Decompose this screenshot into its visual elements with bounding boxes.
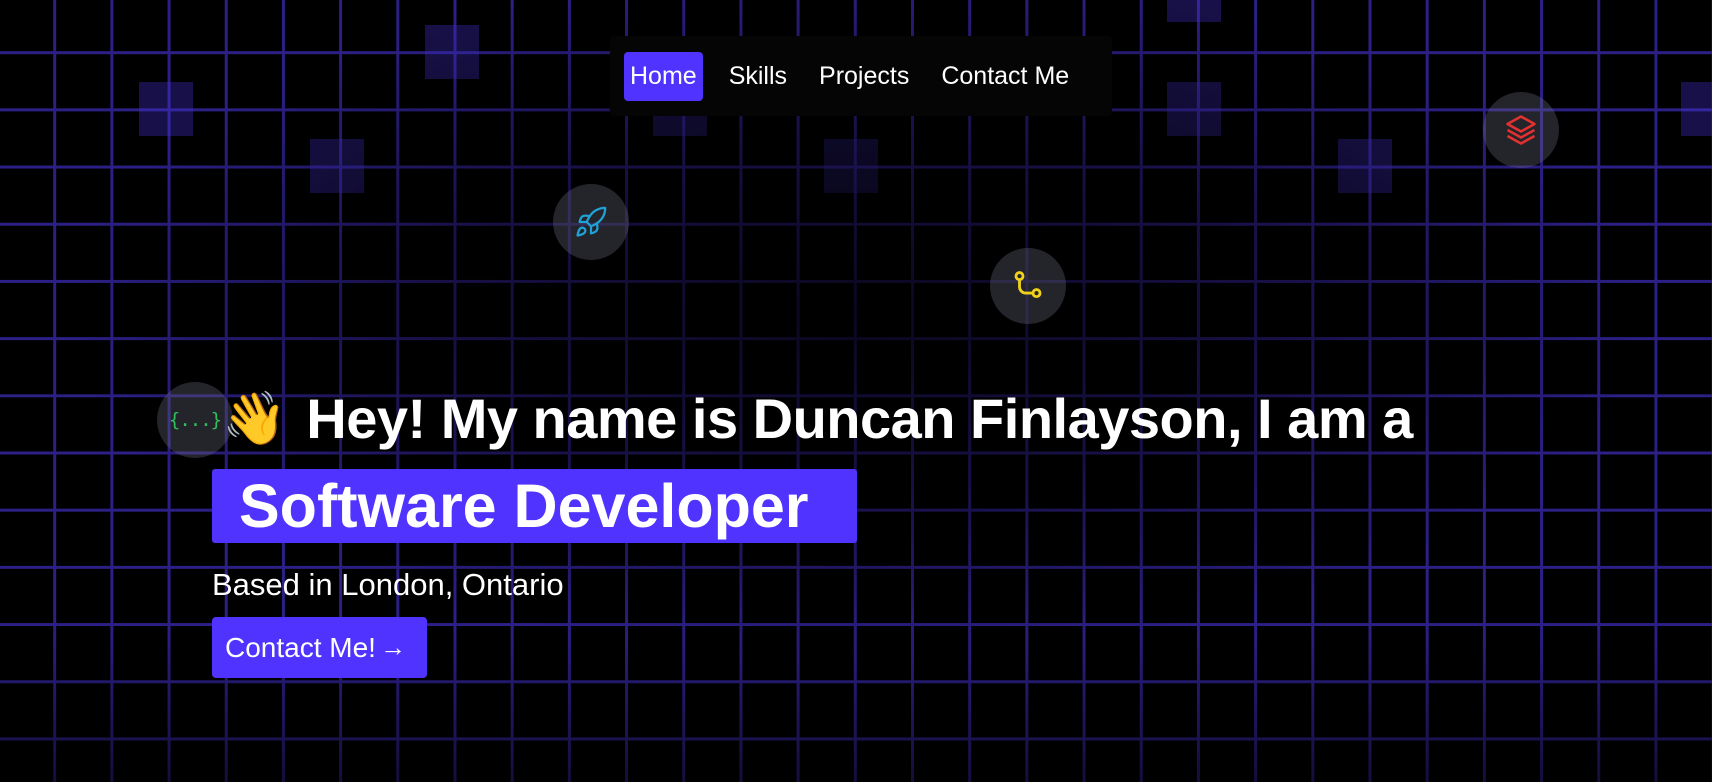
grid-highlight-cell xyxy=(310,139,364,193)
nav-item-skills[interactable]: Skills xyxy=(723,52,793,101)
waving-hand-icon: 👋 xyxy=(222,390,287,448)
contact-me-button-label: Contact Me! xyxy=(225,631,376,663)
grid-highlight-cell xyxy=(139,82,193,136)
role-badge: Software Developer xyxy=(212,469,857,543)
top-navigation: Home Skills Projects Contact Me xyxy=(610,36,1112,116)
arrow-right-icon: → xyxy=(379,632,406,662)
git-branch-icon xyxy=(990,248,1066,324)
code-braces-text: {...} xyxy=(168,409,222,431)
grid-highlight-cell xyxy=(1167,82,1221,136)
grid-highlight-cell xyxy=(1681,82,1712,136)
grid-highlight-cell xyxy=(1167,0,1221,22)
nav-item-home[interactable]: Home xyxy=(624,51,703,101)
grid-highlight-cell xyxy=(1338,139,1392,193)
location-text: Based in London, Ontario xyxy=(212,567,564,602)
hero-intro: 👋 Hey! My name is Duncan Finlayson, I am… xyxy=(222,386,1413,451)
hero-intro-text: Hey! My name is Duncan Finlayson, I am a xyxy=(306,387,1413,450)
page-background: Home Skills Projects Contact Me {...} � xyxy=(0,0,1712,782)
grid-highlight-cell xyxy=(824,139,878,193)
role-text: Software Developer xyxy=(239,472,809,540)
contact-me-button[interactable]: Contact Me! → xyxy=(212,617,427,678)
nav-item-projects[interactable]: Projects xyxy=(813,52,915,101)
rocket-icon xyxy=(553,184,629,260)
nav-item-contact-me[interactable]: Contact Me xyxy=(935,52,1075,101)
layers-icon xyxy=(1483,92,1559,168)
grid-highlight-cell xyxy=(425,25,479,79)
